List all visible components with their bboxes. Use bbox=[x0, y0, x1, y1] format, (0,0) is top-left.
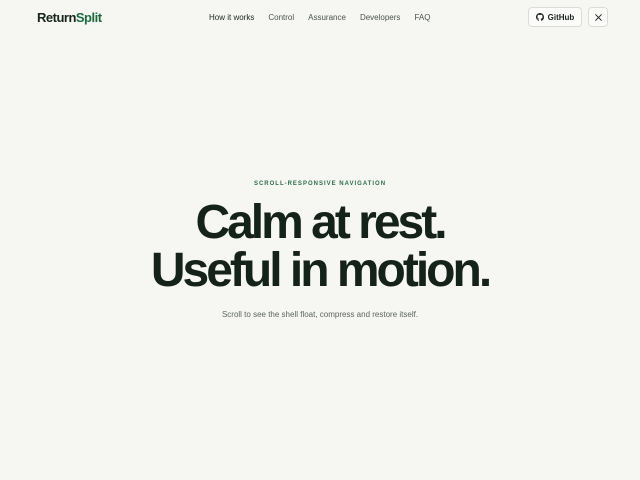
nav-link-control[interactable]: Control bbox=[268, 12, 294, 24]
nav-link-faq[interactable]: FAQ bbox=[414, 12, 430, 24]
hero-headline-line-1: Calm at rest. bbox=[195, 196, 447, 249]
brand-logo[interactable]: ReturnSplit bbox=[37, 10, 102, 26]
page: ReturnSplit How it works Control Assuran… bbox=[0, 0, 640, 480]
top-navigation: ReturnSplit How it works Control Assuran… bbox=[0, 0, 640, 36]
github-label: GitHub bbox=[547, 12, 575, 22]
github-icon bbox=[535, 13, 544, 21]
brand-name-return: Return bbox=[37, 10, 76, 25]
x-button[interactable] bbox=[588, 7, 608, 27]
hero-subtitle: Scroll to see the shell float, compress … bbox=[221, 310, 419, 319]
hero-eyebrow: SCROLL-RESPONSIVE NAVIGATION bbox=[253, 181, 387, 187]
brand-name-split: Split bbox=[75, 10, 102, 25]
nav-link-assurance[interactable]: Assurance bbox=[308, 12, 346, 24]
github-button[interactable]: GitHub bbox=[528, 7, 582, 27]
nav-link-developers[interactable]: Developers bbox=[360, 12, 400, 24]
hero-headline: Calm at rest. Useful in motion. bbox=[0, 199, 640, 295]
nav-link-how-it-works[interactable]: How it works bbox=[209, 12, 254, 24]
x-icon bbox=[594, 13, 602, 21]
hero-headline-line-2: Useful in motion. bbox=[150, 244, 492, 297]
nav-links: How it works Control Assurance Developer… bbox=[209, 12, 430, 24]
